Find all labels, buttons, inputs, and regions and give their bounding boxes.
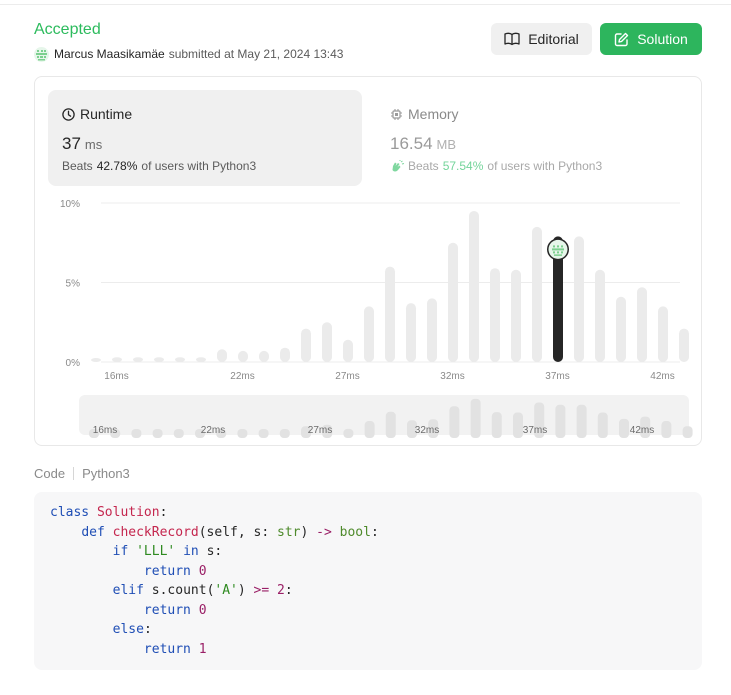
code-language: Python3 — [82, 466, 130, 481]
x-tick-label: 27ms — [335, 371, 359, 382]
avatar-icon[interactable] — [34, 46, 49, 62]
histogram-bar[interactable] — [511, 269, 521, 362]
histogram-bar[interactable] — [112, 357, 122, 362]
minimap-bar — [343, 428, 354, 438]
histogram-bar[interactable] — [448, 242, 458, 362]
minimap-bar — [619, 418, 629, 438]
histogram-bar[interactable] — [364, 306, 374, 362]
minimap-bar — [597, 412, 608, 438]
minimap-bar — [682, 426, 693, 438]
minimap-tick-label: 22ms — [201, 425, 225, 436]
minimap-bar — [449, 406, 460, 438]
minimap-bar — [555, 404, 566, 438]
histogram-bar[interactable] — [175, 357, 185, 362]
code-line: class Solution: — [50, 505, 168, 520]
histogram-bar[interactable] — [385, 266, 395, 362]
code-tab-divider — [73, 467, 75, 480]
minimap-bar — [661, 421, 672, 438]
histogram-bar[interactable] — [658, 306, 668, 362]
histogram-bar[interactable] — [280, 347, 290, 362]
minimap-tick-label: 16ms — [93, 425, 117, 436]
editorial-button[interactable]: Editorial — [491, 23, 592, 55]
histogram-bar[interactable] — [217, 349, 227, 362]
minimap-bar — [385, 411, 396, 438]
histogram-bar[interactable] — [406, 303, 416, 362]
x-tick-label: 32ms — [440, 371, 464, 382]
x-tick-label: 16ms — [104, 371, 128, 382]
histogram-bar[interactable] — [490, 268, 500, 362]
minimap-tick-label: 32ms — [415, 425, 439, 436]
submission-status: Accepted — [34, 21, 101, 38]
histogram-bar[interactable] — [259, 350, 269, 362]
histogram-bar[interactable] — [427, 298, 437, 362]
code-line: else: — [112, 622, 152, 637]
histogram-bar[interactable] — [238, 350, 248, 362]
histogram-bar[interactable] — [532, 226, 542, 362]
y-tick-label: 0% — [66, 358, 81, 369]
histogram-bar[interactable] — [133, 357, 143, 362]
histogram-bar[interactable] — [301, 328, 311, 362]
solution-label: Solution — [637, 31, 688, 47]
x-tick-label: 37ms — [545, 371, 569, 382]
solution-button[interactable]: Solution — [600, 23, 702, 55]
submitter-name[interactable]: Marcus Maasikamäe — [54, 47, 165, 61]
minimap-tick-label: 27ms — [308, 425, 332, 436]
minimap-bar — [152, 429, 163, 438]
minimap-bar — [576, 404, 587, 438]
submitter-row: Marcus Maasikamäe submitted at May 21, 2… — [34, 46, 343, 62]
y-tick-label: 10% — [60, 199, 80, 210]
x-tick-label: 22ms — [230, 371, 254, 382]
minimap-tick-label: 37ms — [523, 425, 547, 436]
code-block[interactable]: class Solution: def checkRecord(self, s:… — [34, 492, 702, 670]
minimap-bar — [279, 429, 290, 438]
histogram-bar[interactable] — [196, 357, 206, 362]
book-open-icon — [504, 32, 520, 46]
histogram-bar[interactable] — [595, 269, 605, 362]
minimap-tick-label: 42ms — [630, 425, 654, 436]
code-line: return 0 — [143, 602, 207, 618]
code-line: def checkRecord(self, s: str) -> bool: — [81, 524, 379, 540]
histogram-bar[interactable] — [154, 357, 164, 362]
minimap-bar — [491, 412, 502, 438]
performance-card: Runtime 37 ms Beats 42.78% of users with … — [34, 76, 702, 446]
minimap-bar — [237, 429, 248, 438]
minimap-bar — [131, 429, 142, 438]
runtime-distribution-chart[interactable]: 0% 5% 10% 16ms 22ms 27ms 32ms 37ms 42ms 16ms 22m… — [35, 77, 703, 447]
code-line: return 1 — [143, 641, 207, 657]
code-line: elif s.count('A') >= 2: — [112, 583, 293, 598]
histogram-bar[interactable] — [343, 339, 353, 362]
user-position-marker — [547, 238, 569, 261]
y-tick-label: 5% — [66, 279, 81, 290]
minimap-bar — [364, 421, 375, 438]
histogram-bar[interactable] — [322, 322, 332, 362]
code-line: if 'LLL' in s: — [112, 544, 223, 559]
histogram-bar[interactable] — [616, 296, 626, 362]
editorial-label: Editorial — [528, 31, 579, 47]
code-line: return 0 — [143, 563, 207, 579]
code-tab-bar: Code Python3 — [34, 466, 130, 481]
histogram-bar[interactable] — [679, 328, 689, 362]
code-tab-label[interactable]: Code — [34, 466, 65, 481]
submitted-at: submitted at May 21, 2024 13:43 — [168, 47, 344, 61]
minimap-bar — [513, 412, 523, 438]
minimap-bar — [173, 429, 184, 438]
histogram-bar[interactable] — [91, 358, 101, 362]
minimap-bar — [258, 429, 269, 438]
top-divider — [0, 4, 731, 5]
x-tick-label: 42ms — [650, 371, 674, 382]
histogram-bar[interactable] — [637, 287, 647, 362]
minimap-bar — [470, 398, 481, 438]
histogram-bar[interactable] — [469, 210, 479, 362]
histogram-bar[interactable] — [574, 236, 584, 362]
range-minimap[interactable] — [79, 395, 689, 435]
edit-square-icon — [615, 32, 629, 46]
